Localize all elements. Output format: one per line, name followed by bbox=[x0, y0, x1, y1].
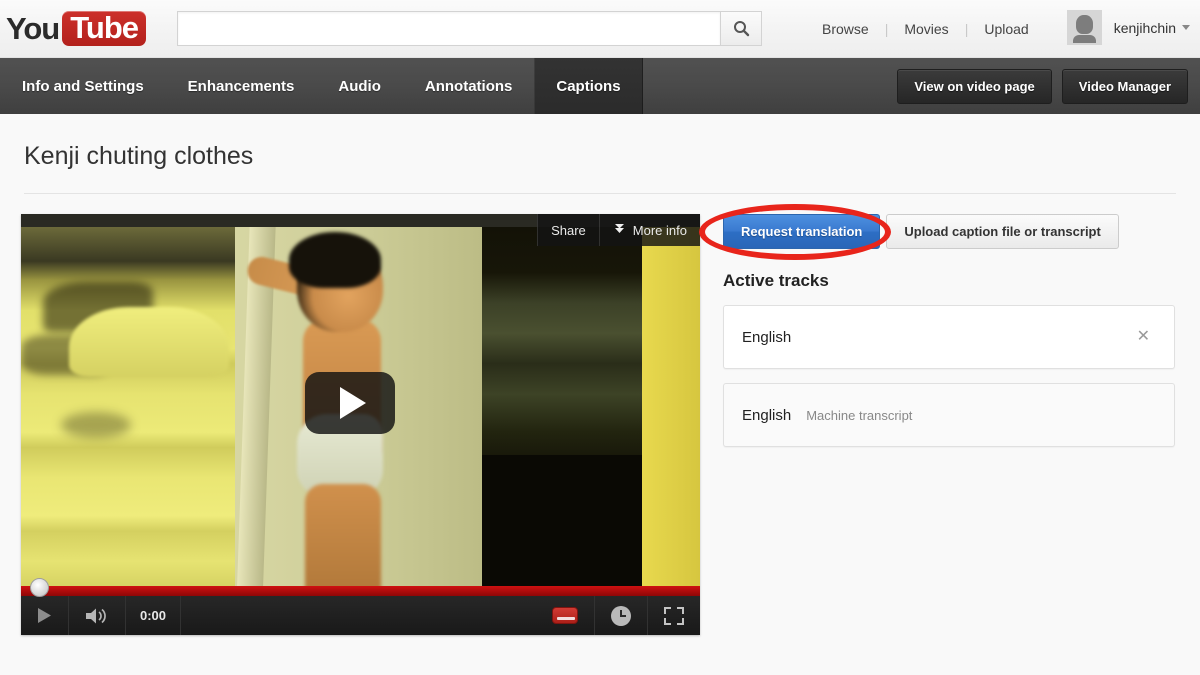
request-translation-button[interactable]: Request translation bbox=[723, 214, 880, 249]
tab-annotations[interactable]: Annotations bbox=[403, 58, 535, 114]
avatar-head-shape bbox=[1076, 15, 1093, 34]
captions-actions: Request translation Upload caption file … bbox=[723, 214, 1175, 249]
chevron-down-icon[interactable] bbox=[1182, 25, 1190, 30]
title-divider bbox=[24, 193, 1176, 194]
search-icon bbox=[733, 20, 750, 37]
video-editor-navbar: Info and Settings Enhancements Audio Ann… bbox=[0, 58, 1200, 114]
captions-panel: Request translation Upload caption file … bbox=[723, 214, 1175, 447]
tab-audio[interactable]: Audio bbox=[316, 58, 403, 114]
masthead: YouTube Browse | Movies | Upload kenjihc… bbox=[0, 0, 1200, 58]
search-input[interactable] bbox=[177, 11, 720, 46]
tab-info-and-settings[interactable]: Info and Settings bbox=[0, 58, 166, 114]
page-body: Kenji chuting clothes Sh bbox=[0, 114, 1200, 675]
fullscreen-icon bbox=[664, 607, 684, 625]
track-row-english[interactable]: English ✕ bbox=[723, 305, 1175, 369]
avatar-body-shape bbox=[1073, 35, 1096, 43]
nav-link-browse[interactable]: Browse bbox=[806, 21, 885, 37]
account-username[interactable]: kenjihchin bbox=[1114, 20, 1176, 36]
play-icon bbox=[37, 607, 52, 624]
video-overlay-bar: Share More info bbox=[537, 214, 700, 246]
tab-label: Annotations bbox=[425, 78, 513, 95]
search-button[interactable] bbox=[720, 11, 762, 46]
towel-highlight bbox=[69, 307, 229, 377]
page-title: Kenji chuting clothes bbox=[24, 142, 253, 171]
player-controls: 0:00 bbox=[21, 596, 700, 635]
download-arrow-icon bbox=[613, 222, 626, 238]
clock-settings-icon bbox=[611, 606, 631, 626]
more-info-button[interactable]: More info bbox=[599, 214, 700, 246]
youtube-logo[interactable]: YouTube bbox=[6, 11, 146, 46]
volume-icon bbox=[85, 607, 109, 625]
tab-label: Audio bbox=[338, 78, 381, 95]
close-icon[interactable]: ✕ bbox=[1131, 325, 1156, 349]
volume-button[interactable] bbox=[69, 596, 126, 635]
logo-tube-text: Tube bbox=[62, 11, 146, 46]
captions-toggle-button[interactable] bbox=[536, 596, 595, 635]
active-tracks-heading: Active tracks bbox=[723, 271, 1175, 291]
progress-scrubber-handle[interactable] bbox=[30, 578, 49, 597]
share-button[interactable]: Share bbox=[537, 214, 599, 246]
navbar-actions: View on video page Video Manager bbox=[897, 58, 1188, 114]
track-row-machine-transcript[interactable]: English Machine transcript bbox=[723, 383, 1175, 447]
nav-link-upload[interactable]: Upload bbox=[968, 21, 1044, 37]
nav-link-movies[interactable]: Movies bbox=[888, 21, 964, 37]
logo-you-text: You bbox=[6, 13, 62, 44]
tab-captions[interactable]: Captions bbox=[534, 58, 642, 114]
upload-caption-file-button[interactable]: Upload caption file or transcript bbox=[886, 214, 1118, 249]
tab-label: Info and Settings bbox=[22, 78, 144, 95]
track-language: English bbox=[742, 407, 791, 424]
play-button-overlay[interactable] bbox=[305, 372, 395, 434]
play-icon bbox=[340, 387, 366, 419]
fullscreen-button[interactable] bbox=[648, 596, 700, 635]
masthead-links: Browse | Movies | Upload bbox=[806, 21, 1045, 37]
closed-captions-icon bbox=[552, 607, 578, 624]
video-player[interactable]: Share More info bbox=[21, 214, 700, 635]
track-note: Machine transcript bbox=[806, 408, 912, 423]
view-on-video-page-button[interactable]: View on video page bbox=[897, 69, 1051, 104]
avatar[interactable] bbox=[1067, 10, 1102, 45]
scene-toddler-hair bbox=[289, 232, 381, 288]
scene-yellow-towels bbox=[21, 227, 235, 607]
tab-enhancements[interactable]: Enhancements bbox=[166, 58, 317, 114]
more-info-label: More info bbox=[633, 223, 687, 238]
scene-yellow-strip bbox=[642, 227, 700, 607]
current-time: 0:00 bbox=[126, 596, 181, 635]
navbar-tabs: Info and Settings Enhancements Audio Ann… bbox=[0, 58, 643, 114]
tab-label: Enhancements bbox=[188, 78, 295, 95]
search-bar bbox=[177, 11, 762, 46]
account-menu[interactable]: kenjihchin bbox=[1067, 10, 1190, 45]
play-pause-button[interactable] bbox=[21, 596, 69, 635]
settings-button[interactable] bbox=[595, 596, 648, 635]
tab-label: Captions bbox=[556, 78, 620, 95]
progress-bar[interactable] bbox=[21, 586, 700, 596]
track-language: English bbox=[742, 329, 791, 346]
towel-shadow bbox=[61, 412, 131, 438]
share-label: Share bbox=[551, 223, 586, 238]
video-manager-button[interactable]: Video Manager bbox=[1062, 69, 1188, 104]
